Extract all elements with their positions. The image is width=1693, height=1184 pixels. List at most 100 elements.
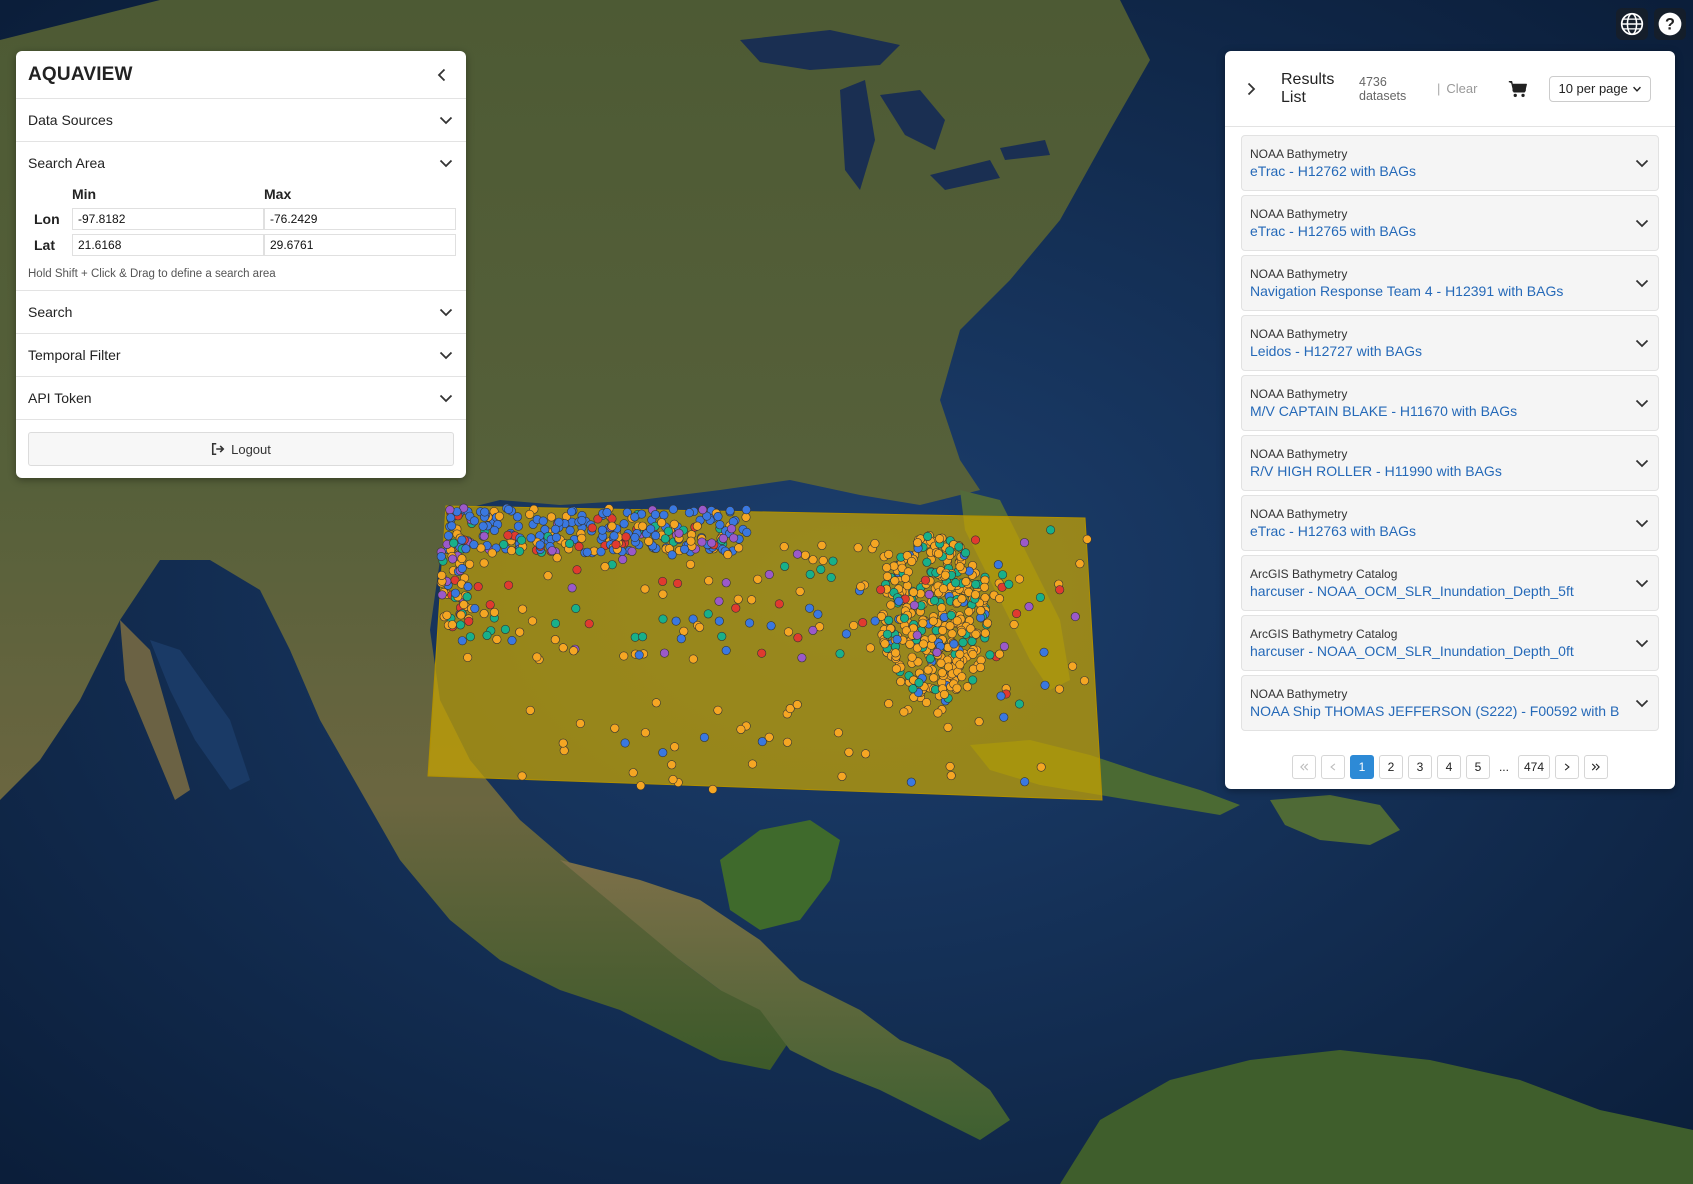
dataset-marker[interactable] [674, 528, 684, 538]
dataset-marker[interactable] [922, 557, 932, 567]
chevron-down-icon[interactable] [1634, 515, 1650, 531]
dataset-marker[interactable] [634, 650, 644, 660]
result-title[interactable]: eTrac - H12763 with BAGs [1250, 522, 1416, 540]
dataset-marker[interactable] [828, 556, 838, 566]
dataset-marker[interactable] [507, 546, 517, 556]
dataset-marker[interactable] [456, 610, 466, 620]
dataset-marker[interactable] [1004, 579, 1014, 589]
dataset-marker[interactable] [507, 635, 517, 645]
dataset-marker[interactable] [957, 627, 967, 637]
page-button-2[interactable]: 2 [1378, 755, 1403, 779]
dataset-marker[interactable] [455, 620, 465, 630]
dataset-marker[interactable] [457, 636, 467, 646]
dataset-marker[interactable] [805, 603, 815, 613]
dataset-marker[interactable] [933, 549, 943, 559]
dataset-marker[interactable] [644, 536, 654, 546]
dataset-marker[interactable] [515, 627, 525, 637]
dataset-marker[interactable] [609, 531, 619, 541]
dataset-marker[interactable] [896, 677, 906, 687]
dataset-marker[interactable] [1036, 762, 1046, 772]
dataset-marker[interactable] [912, 630, 922, 640]
clear-button[interactable]: Clear [1446, 81, 1477, 96]
dataset-marker[interactable] [907, 556, 917, 566]
dataset-marker[interactable] [464, 616, 474, 626]
dataset-marker[interactable] [918, 639, 928, 649]
dataset-marker[interactable] [962, 682, 972, 692]
dataset-marker[interactable] [447, 521, 457, 531]
dataset-marker[interactable] [779, 542, 789, 552]
dataset-marker[interactable] [619, 519, 629, 529]
dataset-marker[interactable] [684, 508, 694, 518]
dataset-marker[interactable] [478, 521, 488, 531]
dataset-marker[interactable] [669, 519, 679, 529]
dataset-marker[interactable] [692, 521, 702, 531]
dataset-marker[interactable] [670, 742, 680, 752]
dataset-marker[interactable] [567, 583, 577, 593]
dataset-marker[interactable] [517, 771, 527, 781]
dataset-marker[interactable] [999, 712, 1009, 722]
dataset-marker[interactable] [927, 633, 937, 643]
dataset-marker[interactable] [747, 759, 757, 769]
dataset-marker[interactable] [565, 525, 575, 535]
dataset-marker[interactable] [714, 596, 724, 606]
dataset-marker[interactable] [526, 533, 536, 543]
dataset-marker[interactable] [968, 675, 978, 685]
dataset-marker[interactable] [515, 546, 525, 556]
dataset-marker[interactable] [976, 606, 986, 616]
dataset-marker[interactable] [688, 654, 698, 664]
dataset-marker[interactable] [757, 737, 767, 747]
dataset-marker[interactable] [1054, 684, 1064, 694]
dataset-marker[interactable] [602, 507, 612, 517]
result-title[interactable]: NOAA Ship THOMAS JEFFERSON (S222) - F005… [1250, 702, 1619, 720]
dataset-marker[interactable] [1082, 534, 1092, 544]
next-page-button[interactable] [1555, 755, 1580, 779]
dataset-marker[interactable] [974, 717, 984, 727]
dataset-marker[interactable] [961, 548, 971, 558]
dataset-marker[interactable] [718, 533, 728, 543]
dataset-marker[interactable] [1055, 585, 1065, 595]
dataset-marker[interactable] [909, 600, 919, 610]
dataset-marker[interactable] [651, 530, 661, 540]
dataset-marker[interactable] [979, 582, 989, 592]
dataset-marker[interactable] [889, 561, 899, 571]
page-button-3[interactable]: 3 [1407, 755, 1432, 779]
dataset-marker[interactable] [952, 683, 962, 693]
dataset-marker[interactable] [627, 546, 637, 556]
dataset-marker[interactable] [994, 594, 1004, 604]
dataset-marker[interactable] [459, 600, 469, 610]
dataset-marker[interactable] [894, 596, 904, 606]
dataset-marker[interactable] [558, 738, 568, 748]
dataset-marker[interactable] [808, 555, 818, 565]
dataset-marker[interactable] [968, 649, 978, 659]
dataset-marker[interactable] [899, 707, 909, 717]
dataset-marker[interactable] [780, 561, 790, 571]
dataset-marker[interactable] [659, 510, 669, 520]
dataset-marker[interactable] [753, 574, 763, 584]
result-item[interactable]: NOAA Bathymetry Leidos - H12727 with BAGs [1241, 315, 1659, 371]
dataset-marker[interactable] [443, 531, 453, 541]
dataset-marker[interactable] [713, 705, 723, 715]
dataset-marker[interactable] [884, 699, 894, 709]
dataset-marker[interactable] [818, 555, 828, 565]
dataset-marker[interactable] [858, 618, 868, 628]
dataset-marker[interactable] [733, 594, 743, 604]
dataset-marker[interactable] [1046, 525, 1056, 535]
dataset-marker[interactable] [900, 573, 910, 583]
result-item[interactable]: ArcGIS Bathymetry Catalog harcuser - NOAA… [1241, 555, 1659, 611]
dataset-marker[interactable] [558, 643, 568, 653]
dataset-marker[interactable] [961, 577, 971, 587]
dataset-marker[interactable] [630, 512, 640, 522]
dataset-marker[interactable] [937, 603, 947, 613]
accordion-header-data-sources[interactable]: Data Sources [16, 99, 466, 141]
dataset-marker[interactable] [813, 609, 823, 619]
dataset-marker[interactable] [577, 533, 587, 543]
dataset-marker[interactable] [970, 590, 980, 600]
dataset-marker[interactable] [723, 550, 733, 560]
dataset-marker[interactable] [619, 651, 629, 661]
dataset-marker[interactable] [660, 534, 670, 544]
dataset-marker[interactable] [584, 619, 594, 629]
page-button-5[interactable]: 5 [1465, 755, 1490, 779]
dataset-marker[interactable] [587, 523, 597, 533]
collapse-results-button[interactable] [1239, 77, 1263, 101]
dataset-marker[interactable] [958, 637, 968, 647]
